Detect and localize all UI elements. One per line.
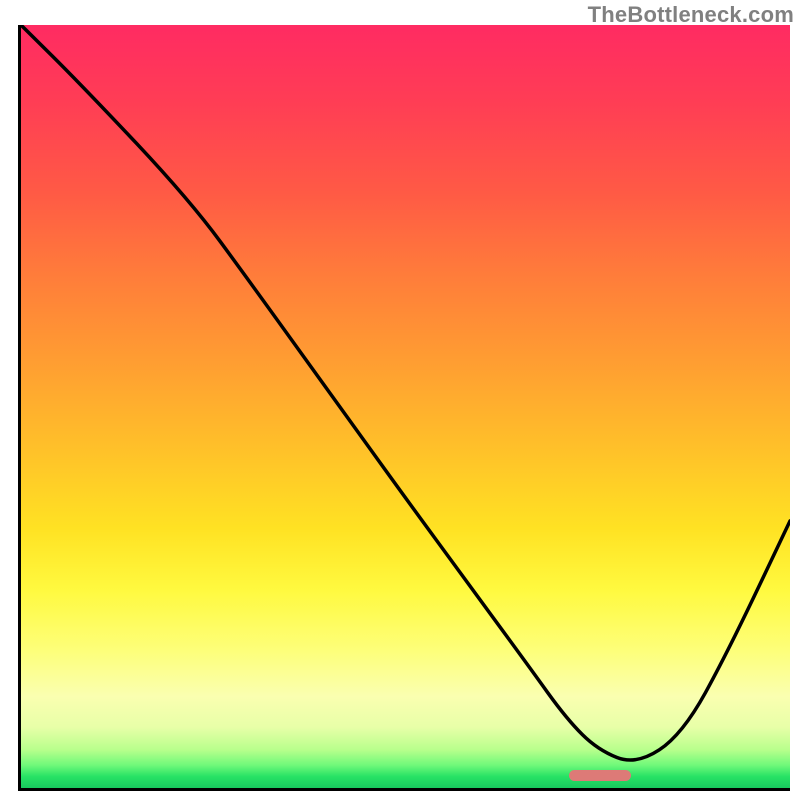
optimal-range-marker (569, 770, 631, 781)
chart-frame: TheBottleneck.com (0, 0, 800, 800)
plot-area (18, 25, 790, 791)
bottleneck-curve (21, 25, 790, 788)
